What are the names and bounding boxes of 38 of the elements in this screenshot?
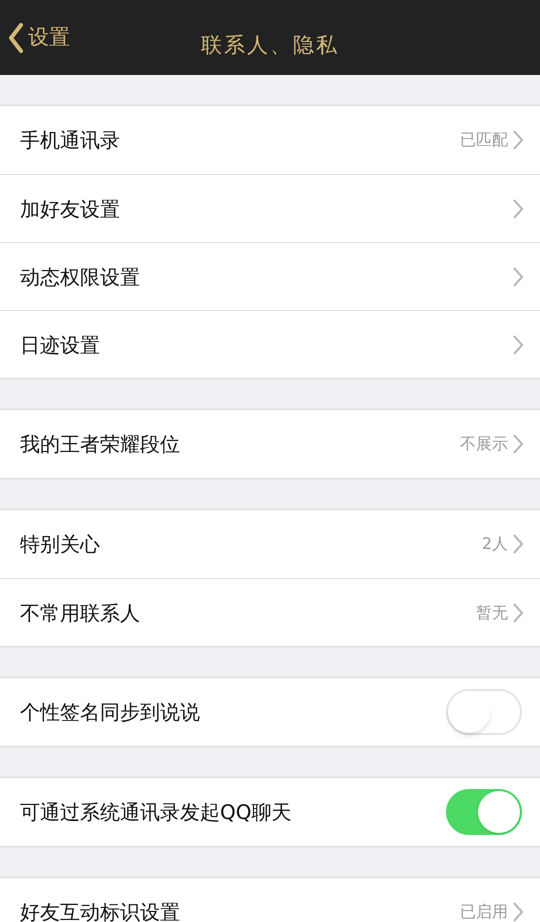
row-label: 好友互动标识设置 (20, 899, 181, 922)
toggle-switch[interactable] (446, 689, 522, 735)
row-label: 动态权限设置 (20, 264, 141, 290)
row-label: 加好友设置 (20, 196, 121, 222)
row-label: 我的王者荣耀段位 (20, 431, 181, 458)
settings-row[interactable]: 可通过系统通讯录发起QQ聊天 (0, 778, 540, 846)
row-label: 可通过系统通讯录发起QQ聊天 (20, 799, 292, 826)
settings-row[interactable]: 不常用联系人 暂无 (0, 578, 540, 646)
chevron-icon (512, 433, 524, 455)
chevron-icon (512, 533, 524, 555)
row-label: 个性签名同步到说说 (20, 699, 201, 726)
row-value: 不展示 (460, 433, 508, 455)
settings-row[interactable]: 我的王者荣耀段位 不展示 (0, 410, 540, 478)
settings-row[interactable]: 日迹设置 (0, 310, 540, 378)
chevron-icon (512, 901, 524, 922)
chevron-icon (512, 266, 524, 288)
row-label: 日迹设置 (20, 332, 101, 358)
settings-row[interactable]: 个性签名同步到说说 (0, 678, 540, 746)
chevron-icon (512, 198, 524, 220)
chevron-icon (512, 334, 524, 356)
row-label: 不常用联系人 (20, 600, 141, 626)
settings-row[interactable]: 手机通讯录 已匹配 (0, 106, 540, 174)
toggle-switch[interactable] (446, 789, 522, 835)
screen-title: 联系人、隐私 (200, 32, 340, 59)
settings-row[interactable]: 好友互动标识设置 已启用 (0, 878, 540, 922)
row-value: 2人 (482, 533, 508, 555)
row-value: 已匹配 (460, 129, 508, 151)
settings-row[interactable]: 加好友设置 (0, 174, 540, 242)
chevron-icon (512, 602, 524, 624)
settings-row[interactable]: 动态权限设置 (0, 242, 540, 310)
settings-row[interactable]: 特别关心 2人 (0, 510, 540, 578)
back-icon (8, 22, 24, 52)
row-label: 特别关心 (20, 531, 101, 558)
chevron-icon (512, 129, 524, 151)
row-value: 已启用 (460, 901, 508, 922)
row-value: 暂无 (476, 602, 508, 624)
back-button[interactable]: 设置 (0, 22, 70, 54)
row-label: 手机通讯录 (20, 127, 121, 154)
